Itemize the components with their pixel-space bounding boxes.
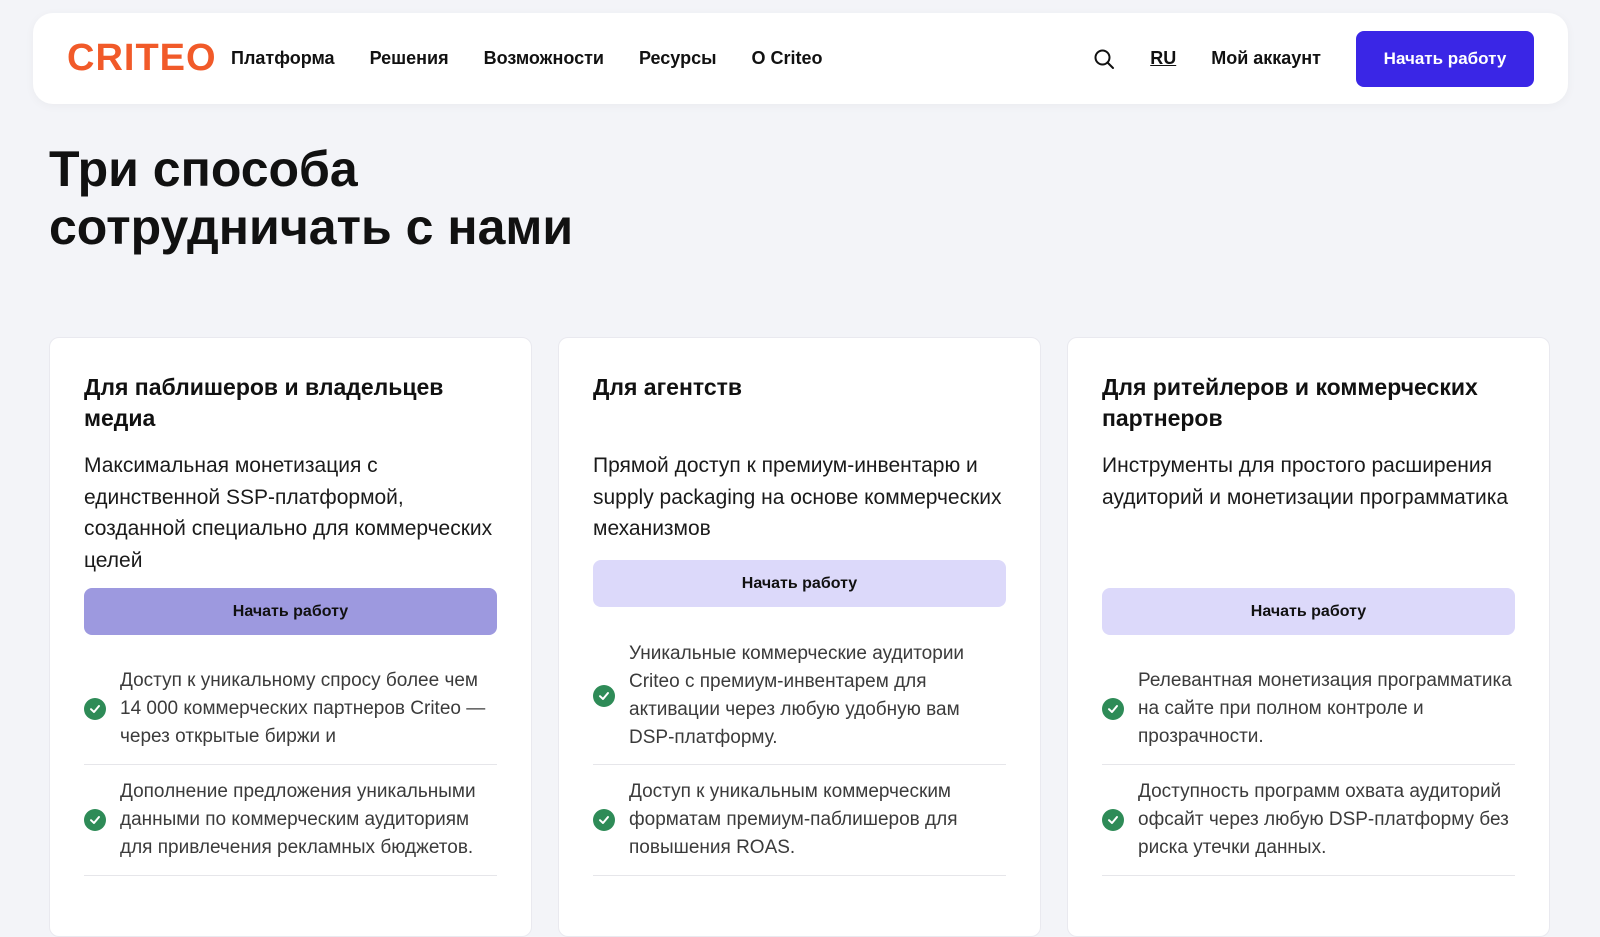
check-icon bbox=[593, 809, 615, 831]
card-description: Прямой доступ к премиум-инвентарю и supp… bbox=[593, 454, 1002, 540]
check-icon bbox=[84, 809, 106, 831]
feature-list: Доступ к уникальному спросу более чем 14… bbox=[84, 654, 497, 876]
feature-item: Уникальные коммерческие аудитории Criteo… bbox=[593, 627, 1006, 765]
offer-cards: Для паблишеров и владельцев медиа Максим… bbox=[49, 337, 1550, 937]
feature-list: Уникальные коммерческие аудитории Criteo… bbox=[593, 627, 1006, 876]
language-selector[interactable]: RU bbox=[1150, 48, 1176, 69]
feature-item: Доступ к уникальным коммерческим формата… bbox=[593, 765, 1006, 876]
feature-text: Доступ к уникальному спросу более чем 14… bbox=[120, 670, 486, 747]
search-icon[interactable] bbox=[1090, 45, 1118, 73]
check-icon bbox=[1102, 698, 1124, 720]
nav-link-platform[interactable]: Платформа bbox=[231, 48, 335, 69]
top-navbar: CRITEO Платформа Решения Возможности Рес… bbox=[33, 13, 1568, 104]
feature-text: Дополнение предложения уникальными данны… bbox=[120, 781, 476, 858]
feature-item: Релевантная монетизация программатика на… bbox=[1102, 654, 1515, 765]
feature-text: Уникальные коммерческие аудитории Criteo… bbox=[629, 642, 965, 748]
card-retailers: Для ритейлеров и коммерческих партнеров … bbox=[1067, 337, 1550, 937]
feature-text: Доступ к уникальным коммерческим формата… bbox=[629, 781, 958, 858]
card-start-button[interactable]: Начать работу bbox=[84, 588, 497, 635]
nav-link-about[interactable]: О Criteo bbox=[751, 48, 822, 69]
my-account-link[interactable]: Мой аккаунт bbox=[1211, 48, 1321, 69]
card-description: Максимальная монетизация с единственной … bbox=[84, 454, 493, 572]
feature-text: Релевантная монетизация программатика на… bbox=[1138, 670, 1512, 747]
card-description: Инструменты для простого расширения ауди… bbox=[1102, 454, 1509, 509]
nav-right-group: RU Мой аккаунт Начать работу bbox=[1090, 13, 1534, 104]
criteo-logo[interactable]: CRITEO bbox=[67, 36, 217, 80]
feature-item: Доступность программ охвата аудиторий оф… bbox=[1102, 765, 1515, 876]
card-start-button[interactable]: Начать работу bbox=[593, 560, 1006, 607]
card-title: Для паблишеров и владельцев медиа bbox=[84, 374, 444, 431]
card-agencies: Для агентств Прямой доступ к премиум-инв… bbox=[558, 337, 1041, 937]
check-icon bbox=[593, 684, 615, 707]
feature-list: Релевантная монетизация программатика на… bbox=[1102, 654, 1515, 876]
nav-link-resources[interactable]: Ресурсы bbox=[639, 48, 717, 69]
nav-link-solutions[interactable]: Решения bbox=[370, 48, 449, 69]
card-title: Для ритейлеров и коммерческих партнеров bbox=[1102, 374, 1478, 431]
nav-link-capabilities[interactable]: Возможности bbox=[484, 48, 604, 69]
feature-item: Доступ к уникальному спросу более чем 14… bbox=[84, 654, 497, 765]
page-title-line-1: Три способа bbox=[49, 141, 358, 197]
card-publishers: Для паблишеров и владельцев медиа Максим… bbox=[49, 337, 532, 937]
page-title-line-2: сотрудничать с нами bbox=[49, 199, 574, 255]
check-icon bbox=[1102, 809, 1124, 831]
card-title: Для агентств bbox=[593, 374, 743, 400]
check-icon bbox=[84, 698, 106, 720]
main-nav: Платформа Решения Возможности Ресурсы О … bbox=[231, 13, 857, 104]
feature-text: Доступность программ охвата аудиторий оф… bbox=[1138, 781, 1509, 858]
start-work-button[interactable]: Начать работу bbox=[1356, 30, 1534, 87]
feature-item: Дополнение предложения уникальными данны… bbox=[84, 765, 497, 876]
card-start-button[interactable]: Начать работу bbox=[1102, 588, 1515, 635]
page-title: Три способа сотрудничать с нами bbox=[49, 140, 749, 256]
